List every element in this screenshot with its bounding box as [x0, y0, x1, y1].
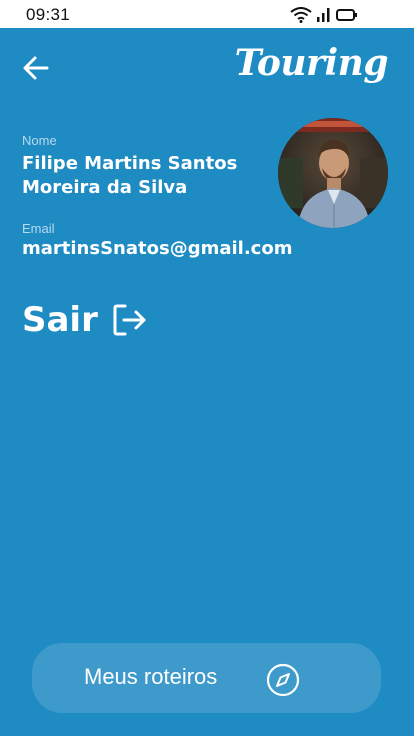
email-label: Email [22, 221, 55, 236]
user-name: Filipe Martins Santos Moreira da Silva [22, 153, 238, 198]
compass-icon [266, 663, 300, 697]
arrow-left-icon [23, 56, 49, 80]
back-button[interactable] [18, 50, 54, 86]
profile-screen: Touring Nome Filipe Martins Santos Morei… [0, 28, 414, 736]
app-logo: Touring [234, 42, 389, 84]
user-email: martinsSnatos@gmail.com [22, 238, 293, 259]
wifi-icon [290, 7, 312, 23]
my-routes-button[interactable]: Meus roteiros [32, 643, 381, 713]
status-time: 09:31 [26, 5, 71, 24]
my-routes-label: Meus roteiros [84, 664, 218, 689]
logout-button[interactable]: Sair [22, 300, 148, 340]
status-icons [290, 7, 358, 23]
name-label: Nome [22, 133, 57, 148]
avatar [278, 118, 388, 228]
logout-icon [113, 304, 146, 336]
status-bar: 09:31 [0, 0, 414, 28]
battery-icon [336, 9, 357, 21]
logout-label: Sair [22, 300, 98, 340]
signal-icon [317, 8, 330, 22]
